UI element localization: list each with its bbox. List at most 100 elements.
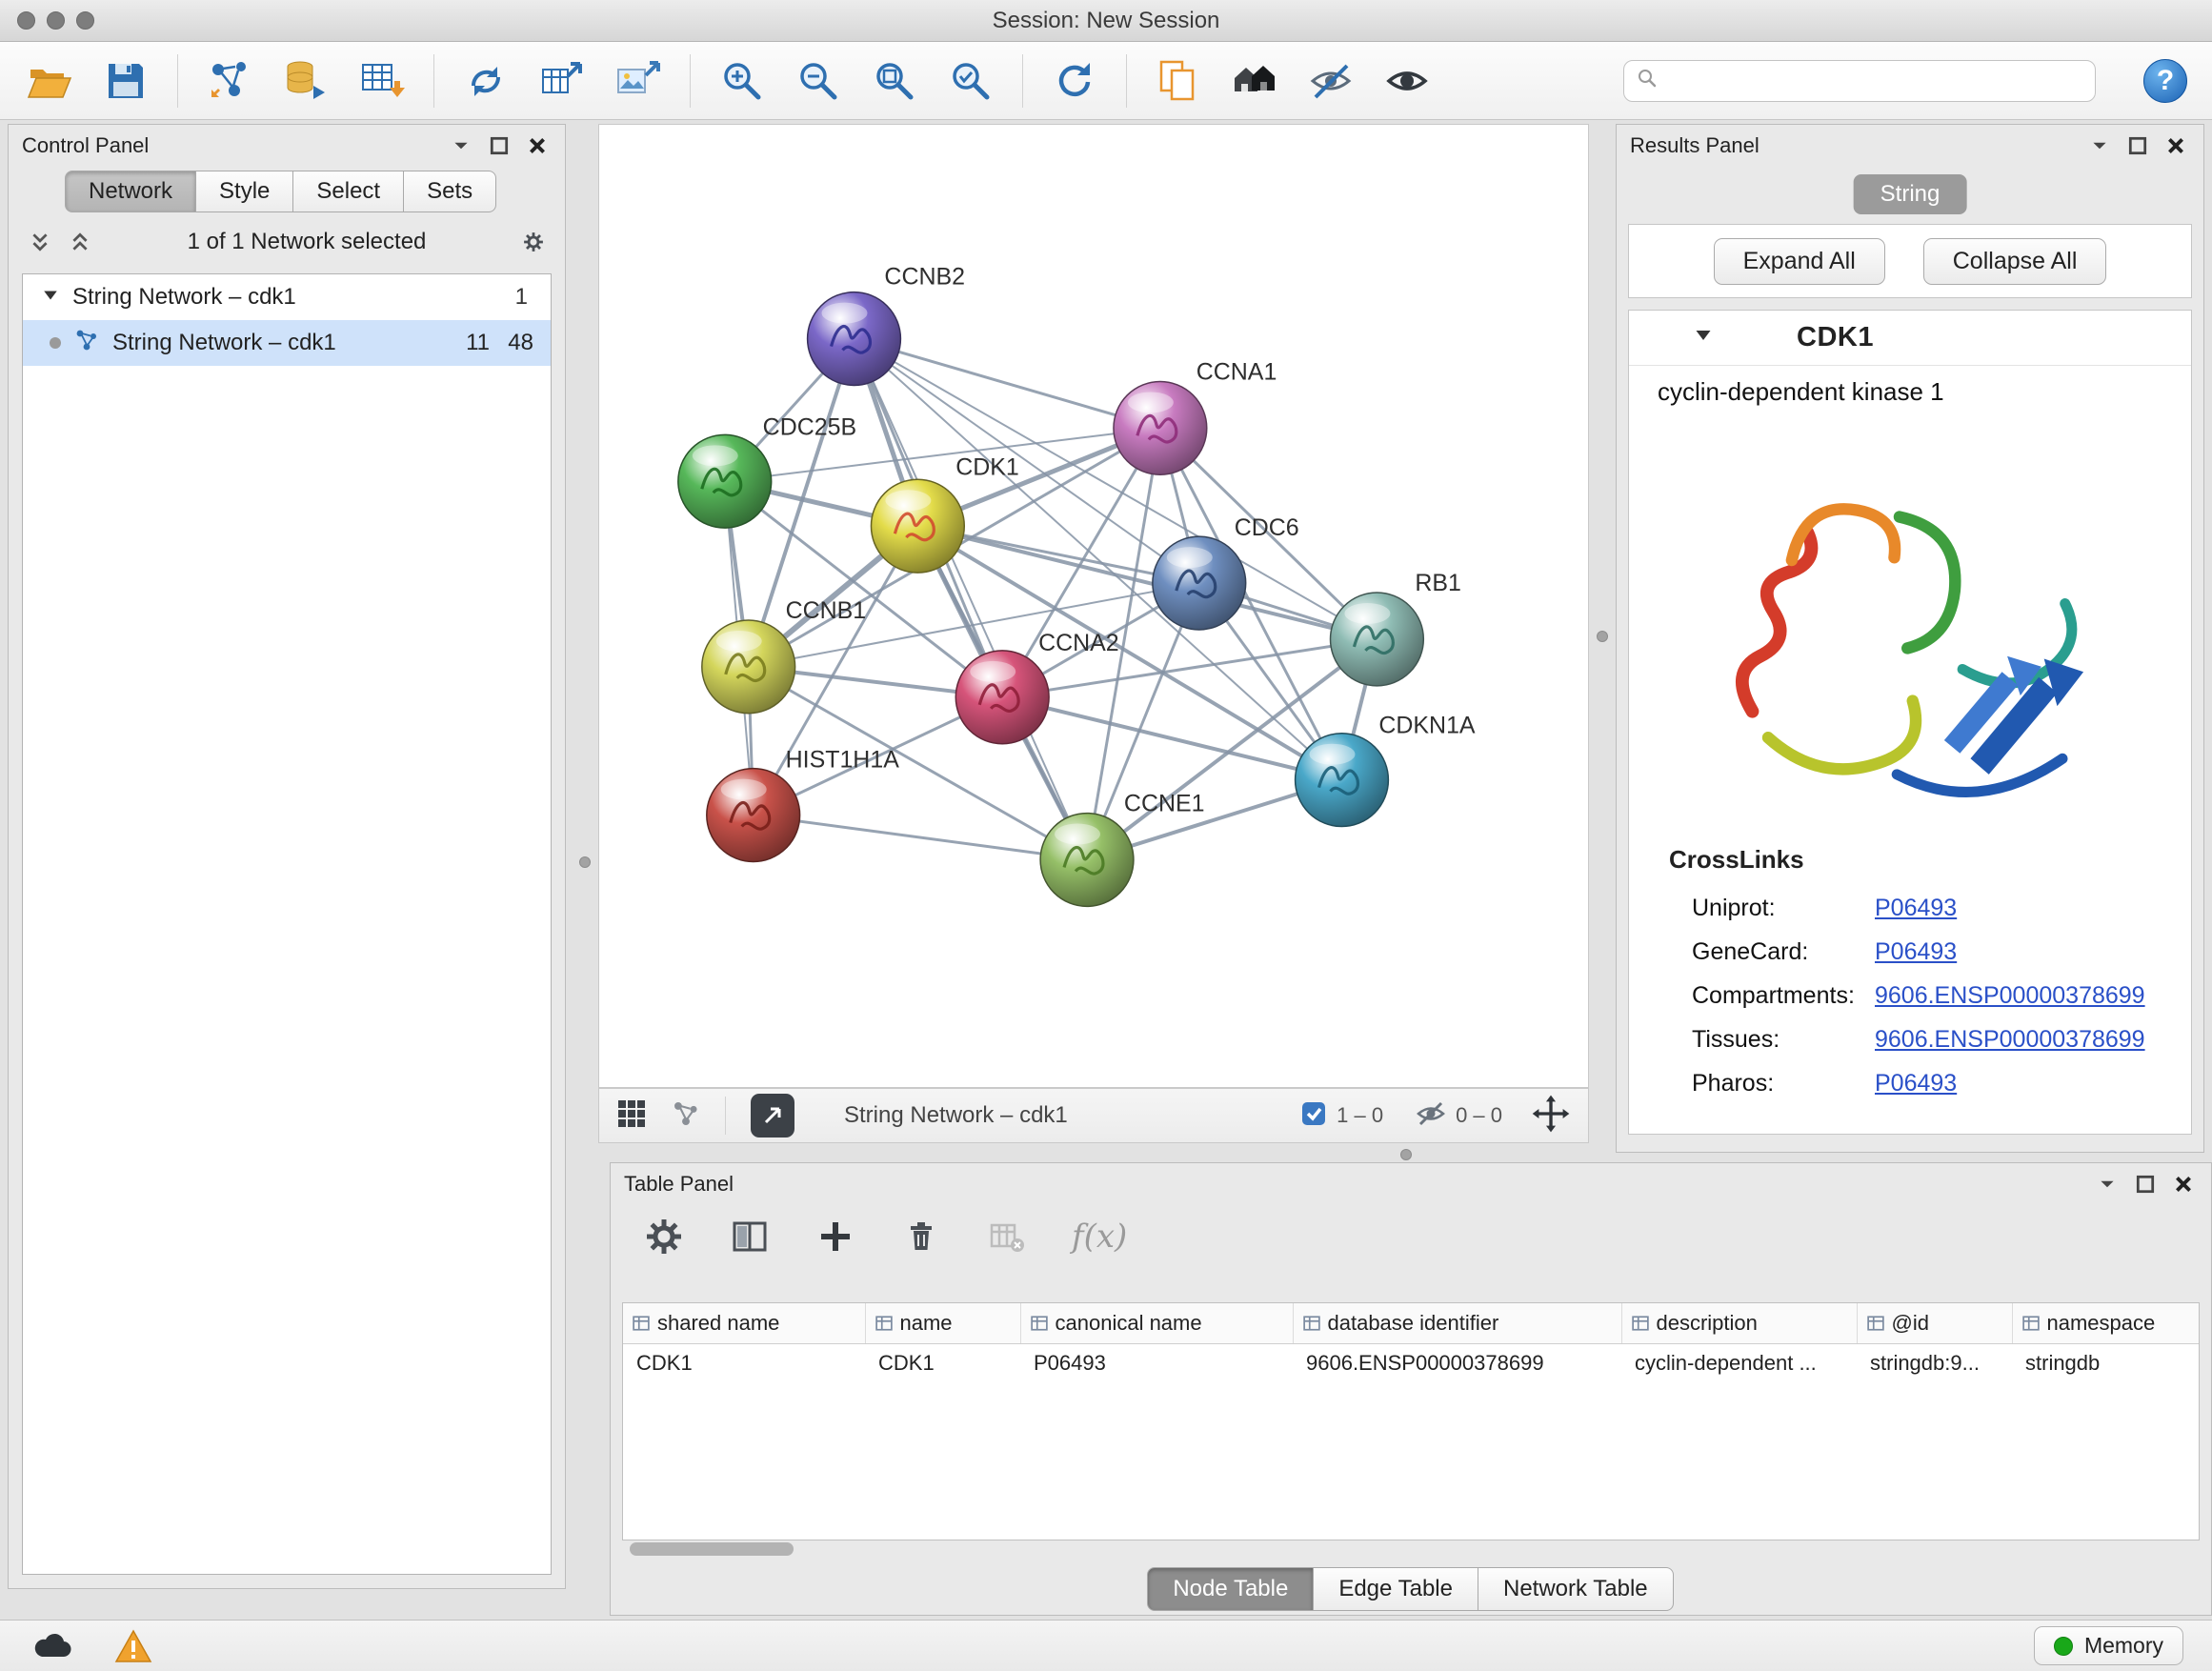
import-table-icon[interactable] bbox=[357, 56, 407, 106]
open-in-new-window-button[interactable] bbox=[751, 1094, 794, 1137]
network-row-selected[interactable]: String Network – cdk1 11 48 bbox=[23, 320, 551, 366]
help-button[interactable]: ? bbox=[2143, 59, 2187, 103]
crosslink-link[interactable]: P06493 bbox=[1875, 938, 1957, 966]
node-RB1[interactable] bbox=[1331, 593, 1424, 686]
panel-close-icon[interactable] bbox=[2162, 131, 2190, 160]
horizontal-splitter-handle[interactable] bbox=[1400, 1149, 1412, 1160]
birds-eye-view-icon[interactable] bbox=[616, 1098, 647, 1134]
column-header-canonical-name[interactable]: canonical name bbox=[1020, 1303, 1293, 1343]
panel-float-icon[interactable] bbox=[485, 131, 513, 160]
network-share-icon[interactable] bbox=[672, 1099, 700, 1133]
node-HIST1H1A[interactable] bbox=[707, 769, 800, 862]
node-CCNA1[interactable] bbox=[1114, 381, 1207, 474]
zoom-selected-icon[interactable] bbox=[946, 56, 995, 106]
panel-collapse-icon[interactable] bbox=[2085, 131, 2114, 160]
column-header-id[interactable]: @id bbox=[1857, 1303, 2012, 1343]
collapse-all-networks-icon[interactable] bbox=[66, 228, 94, 256]
export-table-icon[interactable] bbox=[537, 56, 587, 106]
hidden-eye-slash-icon[interactable] bbox=[1416, 1098, 1446, 1134]
add-column-icon[interactable] bbox=[814, 1216, 856, 1258]
vertical-splitter-handle[interactable] bbox=[1597, 631, 1608, 642]
maximize-window-button[interactable] bbox=[76, 11, 94, 30]
crosslink-link[interactable]: P06493 bbox=[1875, 895, 1957, 922]
search-icon bbox=[1636, 67, 1659, 94]
network-share-icon bbox=[74, 328, 99, 359]
node-CDC6[interactable] bbox=[1153, 536, 1246, 630]
crosslink-link[interactable]: P06493 bbox=[1875, 1070, 1957, 1097]
import-network-file-icon[interactable] bbox=[205, 56, 254, 106]
node-CCNA2[interactable] bbox=[955, 651, 1049, 744]
selected-checkbox-icon[interactable] bbox=[1300, 1100, 1327, 1132]
collapse-all-button[interactable]: Collapse All bbox=[1923, 238, 2107, 285]
zoom-fit-icon[interactable] bbox=[870, 56, 919, 106]
zoom-in-icon[interactable] bbox=[717, 56, 767, 106]
panel-close-icon[interactable] bbox=[2169, 1170, 2198, 1198]
table-horizontal-scrollbar bbox=[622, 1540, 2200, 1558]
edge-CCNB2-CCNE1[interactable] bbox=[854, 339, 1087, 860]
houses-icon[interactable] bbox=[1230, 56, 1279, 106]
save-session-icon[interactable] bbox=[101, 56, 151, 106]
table-gear-icon[interactable] bbox=[643, 1216, 685, 1258]
collapse-protein-icon[interactable] bbox=[1694, 326, 1713, 350]
copy-documents-icon[interactable] bbox=[1154, 56, 1203, 106]
column-header-namespace[interactable]: namespace bbox=[2012, 1303, 2200, 1343]
apply-layout-icon[interactable] bbox=[461, 56, 511, 106]
import-network-database-icon[interactable] bbox=[281, 56, 331, 106]
memory-button[interactable]: Memory bbox=[2034, 1626, 2183, 1665]
panel-collapse-icon[interactable] bbox=[2093, 1170, 2122, 1198]
delete-table-icon-disabled[interactable] bbox=[986, 1216, 1028, 1258]
node-CCNE1[interactable] bbox=[1040, 814, 1134, 907]
column-header-name[interactable]: name bbox=[865, 1303, 1020, 1343]
minimize-window-button[interactable] bbox=[47, 11, 65, 30]
show-annotations-icon[interactable] bbox=[1382, 56, 1432, 106]
crosslink-link[interactable]: 9606.ENSP00000378699 bbox=[1875, 982, 2145, 1010]
delete-column-icon[interactable] bbox=[900, 1216, 942, 1258]
export-image-icon[interactable] bbox=[613, 56, 663, 106]
hide-annotations-icon[interactable] bbox=[1306, 56, 1356, 106]
column-header-database-identifier[interactable]: database identifier bbox=[1293, 1303, 1621, 1343]
refresh-icon[interactable] bbox=[1050, 56, 1099, 106]
edge-CCNB2-CCNA1[interactable] bbox=[854, 339, 1159, 429]
cloud-icon[interactable] bbox=[29, 1627, 74, 1665]
network-view-canvas[interactable]: CCNB2CCNA1CDC25BCDK1CDC6RB1CCNB1CCNA2CDK… bbox=[598, 124, 1589, 1088]
results-tab-string[interactable]: String bbox=[1854, 174, 1967, 214]
tab-sets[interactable]: Sets bbox=[403, 171, 496, 212]
close-window-button[interactable] bbox=[17, 11, 35, 30]
panel-float-icon[interactable] bbox=[2131, 1170, 2160, 1198]
search-input[interactable] bbox=[1666, 69, 2083, 93]
tab-node-table[interactable]: Node Table bbox=[1147, 1567, 1314, 1611]
warning-icon[interactable] bbox=[111, 1627, 156, 1665]
vertical-splitter-handle[interactable] bbox=[579, 856, 591, 868]
expand-all-button[interactable]: Expand All bbox=[1714, 238, 1885, 285]
crosslink-row: Tissues:9606.ENSP00000378699 bbox=[1629, 1017, 2191, 1061]
select-columns-icon[interactable] bbox=[729, 1216, 771, 1258]
node-CDC25B[interactable] bbox=[678, 434, 772, 528]
tab-network[interactable]: Network bbox=[65, 171, 196, 212]
tab-style[interactable]: Style bbox=[195, 171, 293, 212]
node-label-CCNB1: CCNB1 bbox=[786, 597, 867, 624]
tree-expander-icon[interactable] bbox=[42, 284, 59, 311]
panel-close-icon[interactable] bbox=[523, 131, 552, 160]
node-CCNB2[interactable] bbox=[808, 292, 901, 386]
zoom-out-icon[interactable] bbox=[794, 56, 843, 106]
scrollbar-thumb[interactable] bbox=[630, 1542, 794, 1556]
tab-edge-table[interactable]: Edge Table bbox=[1313, 1567, 1478, 1611]
node-CDKN1A[interactable] bbox=[1296, 734, 1389, 827]
network-collection-row[interactable]: String Network – cdk1 1 bbox=[23, 274, 551, 320]
panel-collapse-icon[interactable] bbox=[447, 131, 475, 160]
tab-select[interactable]: Select bbox=[292, 171, 404, 212]
crosslink-link[interactable]: 9606.ENSP00000378699 bbox=[1875, 1026, 2145, 1054]
move-icon[interactable] bbox=[1531, 1094, 1571, 1138]
table-row[interactable]: CDK1 CDK1 P06493 9606.ENSP00000378699 cy… bbox=[623, 1343, 2200, 1383]
node-CDK1[interactable] bbox=[871, 479, 964, 573]
node-CCNB1[interactable] bbox=[702, 620, 795, 714]
tab-network-table[interactable]: Network Table bbox=[1478, 1567, 1674, 1611]
gear-icon[interactable] bbox=[519, 228, 548, 256]
edge-HIST1H1A-CCNE1[interactable] bbox=[754, 815, 1087, 860]
open-session-icon[interactable] bbox=[25, 56, 74, 106]
column-header-shared-name[interactable]: shared name bbox=[623, 1303, 865, 1343]
column-header-description[interactable]: description bbox=[1621, 1303, 1857, 1343]
panel-float-icon[interactable] bbox=[2123, 131, 2152, 160]
expand-all-networks-icon[interactable] bbox=[26, 228, 54, 256]
function-builder-icon[interactable]: f(x) bbox=[1072, 1218, 1127, 1256]
